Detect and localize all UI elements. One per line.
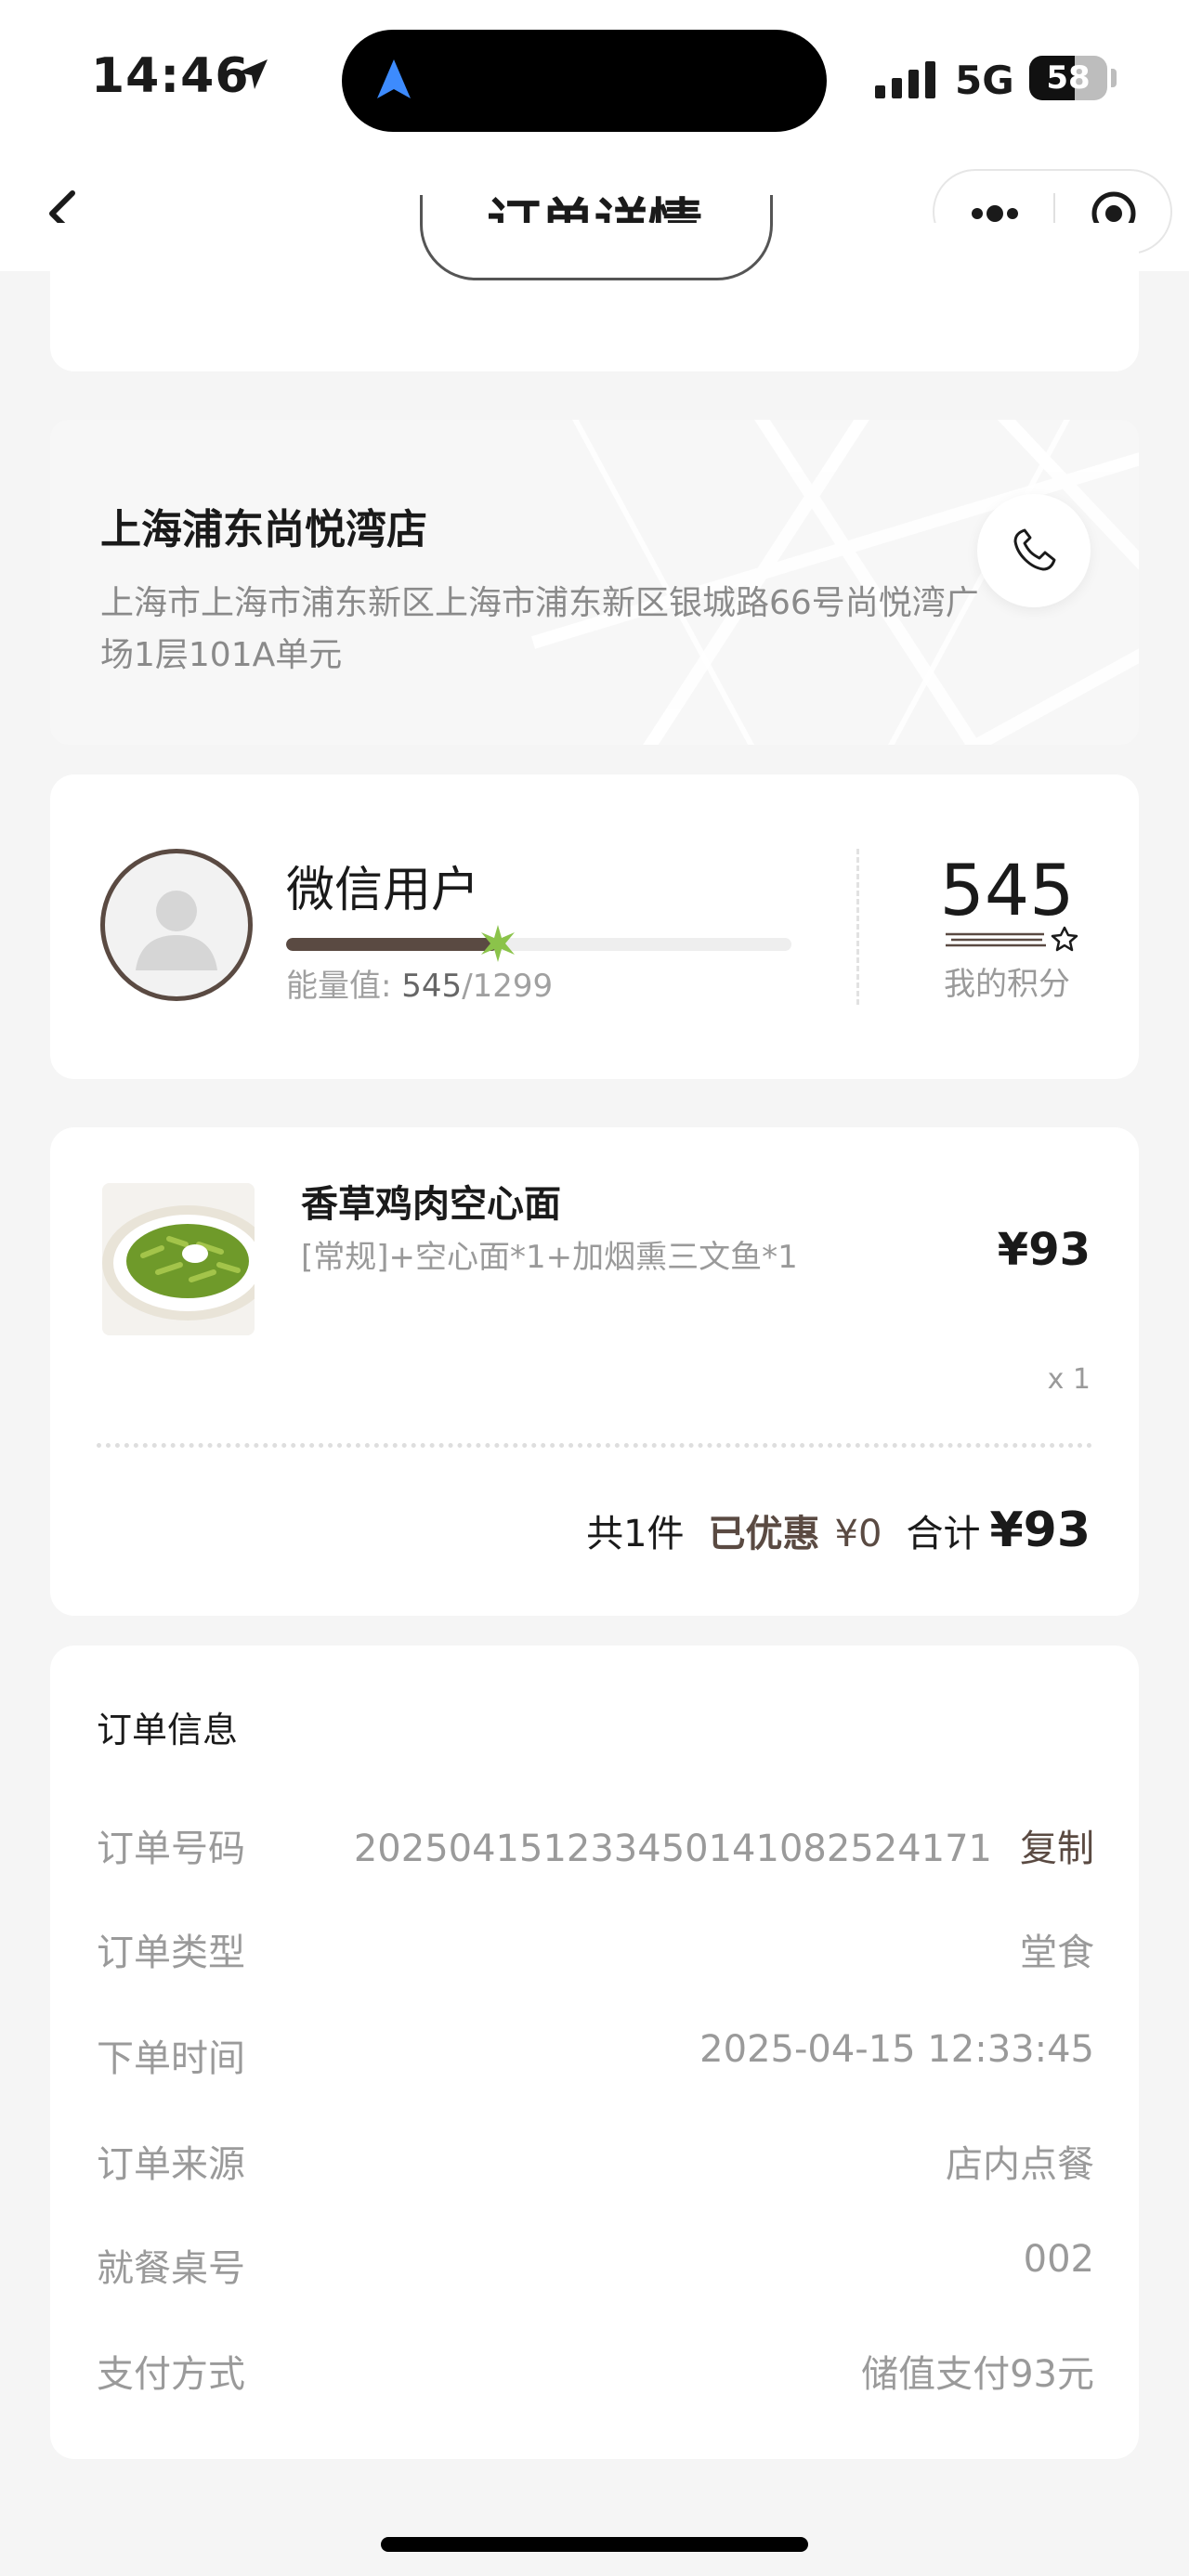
points-value[interactable]: 545 xyxy=(905,849,1109,931)
call-store-button[interactable] xyxy=(977,494,1091,607)
battery-cap xyxy=(1111,69,1117,87)
discount-label: 已优惠 xyxy=(708,1513,820,1555)
table-number-value: 002 xyxy=(1023,2238,1094,2281)
order-type-label: 订单类型 xyxy=(97,1932,245,1974)
order-number-value: 202504151233450141082524171 xyxy=(353,1828,992,1870)
energy-value: 能量值: 545/1299 xyxy=(286,960,553,1006)
order-status-card xyxy=(50,195,1139,371)
payment-method-value: 储值支付93元 xyxy=(861,2353,1094,2396)
energy-label: 能量值: xyxy=(286,968,392,1005)
star-decoration-icon xyxy=(942,925,1081,956)
order-source-row: 订单来源 店内点餐 xyxy=(97,2134,1094,2190)
member-card: 微信用户 能量值: 545/1299 545 我的积分 xyxy=(50,774,1139,1079)
status-action-button[interactable] xyxy=(420,195,773,280)
order-number-row: 订单号码 202504151233450141082524171 复制 xyxy=(97,1818,1094,1874)
status-time: 14:46 xyxy=(91,48,250,104)
discount-value: ¥0 xyxy=(834,1513,882,1555)
copy-button[interactable]: 复制 xyxy=(1020,1828,1094,1870)
store-name: 上海浦东尚悦湾店 xyxy=(100,506,427,553)
dish-quantity: x 1 xyxy=(1047,1363,1091,1396)
user-name: 微信用户 xyxy=(286,863,480,918)
total-label: 合计 xyxy=(906,1513,981,1555)
table-number-row: 就餐桌号 002 xyxy=(97,2238,1094,2294)
order-info-title: 订单信息 xyxy=(97,1710,239,1750)
order-items-card: 香草鸡肉空心面 [常规]+空心面*1+加烟熏三文鱼*1 ¥93 x 1 共1件 … xyxy=(50,1127,1139,1616)
order-info-card: 订单信息 订单号码 202504151233450141082524171 复制 … xyxy=(50,1646,1139,2459)
order-type-value: 堂食 xyxy=(1020,1932,1094,1974)
order-source-label: 订单来源 xyxy=(97,2143,245,2186)
avatar[interactable] xyxy=(100,849,253,1001)
table-number-label: 就餐桌号 xyxy=(97,2247,245,2290)
order-source-value: 店内点餐 xyxy=(946,2143,1094,2186)
dish-spec: [常规]+空心面*1+加烟熏三文鱼*1 xyxy=(301,1239,798,1276)
phone-icon xyxy=(1013,528,1056,571)
energy-progress-bar xyxy=(286,938,791,951)
pasta-dish-image xyxy=(102,1183,255,1335)
payment-method-row: 支付方式 储值支付93元 xyxy=(97,2344,1094,2400)
dynamic-island xyxy=(342,30,827,132)
energy-max: /1299 xyxy=(462,968,554,1005)
dish-price: ¥93 xyxy=(997,1224,1091,1276)
order-time-label: 下单时间 xyxy=(97,2037,245,2080)
store-address: 上海市上海市浦东新区上海市浦东新区银城路66号尚悦湾广场1层101A单元 xyxy=(100,584,979,674)
home-indicator xyxy=(381,2537,808,2552)
payment-method-label: 支付方式 xyxy=(97,2353,245,2396)
energy-current: 545 xyxy=(401,968,463,1005)
store-card: 上海浦东尚悦湾店 上海市上海市浦东新区上海市浦东新区银城路66号尚悦湾广场1层1… xyxy=(50,420,1139,745)
total-value: ¥93 xyxy=(989,1503,1091,1558)
order-summary: 共1件 已优惠 ¥0 合计 ¥93 xyxy=(586,1503,1091,1568)
dish-image xyxy=(102,1183,255,1335)
member-divider xyxy=(856,849,859,1005)
navigation-arrow-icon xyxy=(375,58,412,104)
energy-progress-fill xyxy=(286,938,499,951)
points-label[interactable]: 我的积分 xyxy=(905,958,1109,1004)
battery-icon: 58 xyxy=(1029,56,1107,100)
dish-name: 香草鸡肉空心面 xyxy=(301,1183,561,1226)
order-type-row: 订单类型 堂食 xyxy=(97,1922,1094,1978)
order-number-label: 订单号码 xyxy=(97,1828,245,1870)
order-time-row: 下单时间 2025-04-15 12:33:45 xyxy=(97,2028,1094,2084)
default-user-icon xyxy=(136,891,217,970)
order-time-value: 2025-04-15 12:33:45 xyxy=(699,2028,1094,2071)
network-type: 5G xyxy=(955,58,1014,103)
battery-percent: 58 xyxy=(1046,59,1091,97)
cellular-signal-icon xyxy=(875,61,938,102)
item-count: 共1件 xyxy=(586,1513,685,1555)
order-number-value-wrap: 202504151233450141082524171 复制 xyxy=(354,1818,1094,1872)
location-arrow-icon xyxy=(234,56,271,97)
dotted-divider xyxy=(97,1443,1092,1448)
status-bar: 14:46 5G 58 xyxy=(0,0,1189,158)
